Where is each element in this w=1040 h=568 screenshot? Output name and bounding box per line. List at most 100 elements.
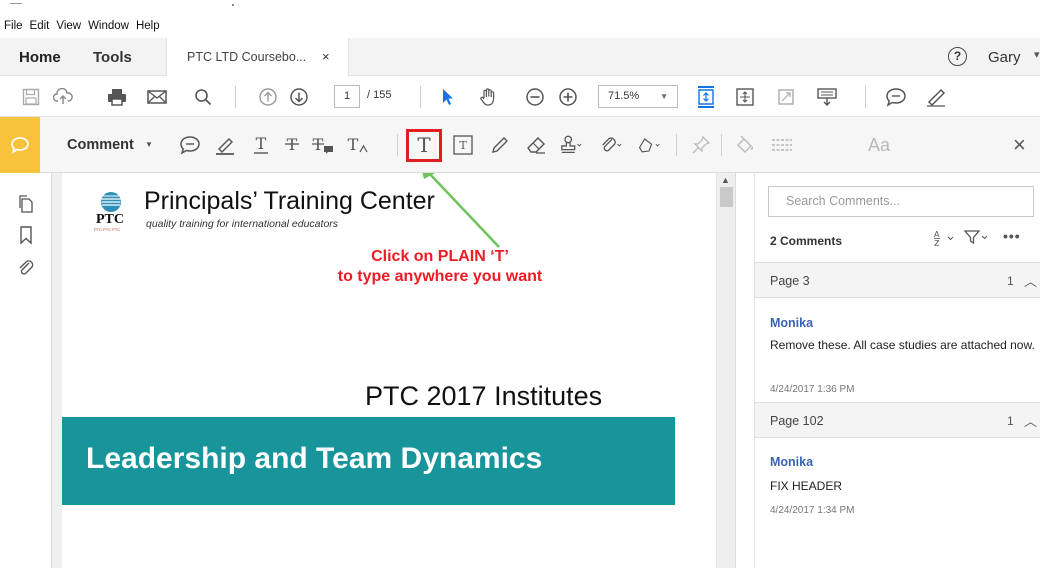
pencil-draw-icon[interactable] <box>488 133 512 157</box>
tab-document-title: PTC LTD Coursebo... <box>187 50 307 64</box>
document-title: Principals’ Training Center <box>144 187 435 215</box>
zoom-level-select[interactable]: 71.5% ▼ <box>598 85 678 108</box>
sign-pen-icon[interactable] <box>925 86 947 108</box>
text-properties-label[interactable]: Aa <box>868 135 890 156</box>
eraser-icon[interactable] <box>524 133 548 157</box>
menu-window[interactable]: Window <box>86 20 134 32</box>
strikethrough-text-icon[interactable]: T <box>280 133 304 157</box>
insert-text-icon[interactable]: T <box>345 133 369 157</box>
left-navigation-pane <box>0 173 52 568</box>
email-icon[interactable] <box>146 86 168 108</box>
course-banner-title: Leadership and Team Dynamics <box>86 442 543 475</box>
scroll-up-icon[interactable]: ▲ <box>721 175 730 185</box>
read-mode-icon[interactable] <box>816 86 838 108</box>
print-icon[interactable] <box>106 86 128 108</box>
toolbar-separator <box>235 86 236 108</box>
chevron-up-icon[interactable]: ︿ <box>1024 411 1037 430</box>
comment-author: Monika <box>770 455 814 469</box>
underline-text-icon[interactable]: T <box>249 133 273 157</box>
tab-document[interactable]: PTC LTD Coursebo... × <box>166 38 349 76</box>
zoom-in-icon[interactable] <box>557 86 579 108</box>
close-comment-toolbar-button[interactable]: × <box>1013 132 1026 158</box>
save-icon[interactable] <box>20 86 42 108</box>
user-caret-icon[interactable]: ▾ <box>1034 48 1040 61</box>
menu-view[interactable]: View <box>54 20 86 32</box>
page-number-input[interactable]: 1 <box>334 85 360 108</box>
window-dot <box>232 4 234 6</box>
toolbar-separator <box>865 86 866 108</box>
add-note-to-replace-text-icon[interactable]: T <box>310 133 334 157</box>
help-icon[interactable]: ? <box>948 47 967 66</box>
attachments-icon[interactable] <box>17 257 35 277</box>
menu-help[interactable]: Help <box>134 20 165 32</box>
text-box-icon[interactable]: T <box>451 133 475 157</box>
ptc-logo: PTC PTC PTC PTC <box>94 189 128 235</box>
document-scrollbar[interactable]: ▲ <box>716 173 735 568</box>
next-page-icon[interactable] <box>288 86 310 108</box>
main-toolbar: 1 / 155 71.5% ▼ <box>0 76 1040 117</box>
page-thumbnails-icon[interactable] <box>17 194 35 214</box>
comment-icon[interactable] <box>885 86 907 108</box>
toolbar-separator <box>397 134 398 156</box>
svg-text:T: T <box>459 139 467 152</box>
more-options-icon[interactable]: ••• <box>1003 228 1021 244</box>
chevron-down-icon: ▼ <box>660 92 668 101</box>
scrollbar-thumb[interactable] <box>720 187 733 207</box>
user-account[interactable]: Gary <box>988 49 1021 66</box>
search-comments-input[interactable]: Search Comments... <box>768 186 1034 217</box>
tab-home[interactable]: Home <box>19 49 61 66</box>
add-text-highlight-box <box>406 129 442 162</box>
comment-group-header[interactable]: Page 3 1 ︿ <box>755 262 1040 298</box>
tab-tools[interactable]: Tools <box>93 49 132 66</box>
sort-comments-icon[interactable]: AZ <box>933 229 957 250</box>
page-count: / 155 <box>367 89 392 101</box>
search-icon[interactable] <box>192 86 214 108</box>
rotate-view-icon[interactable] <box>734 86 756 108</box>
line-style-icon[interactable] <box>770 133 794 157</box>
fill-color-icon[interactable] <box>733 133 757 157</box>
stamp-icon[interactable] <box>559 133 583 157</box>
drawing-tools-icon[interactable] <box>637 133 661 157</box>
chevron-up-icon[interactable]: ︿ <box>1024 271 1037 290</box>
fit-page-icon[interactable] <box>695 86 717 108</box>
comment-menu-label[interactable]: Comment <box>67 137 134 153</box>
document-view[interactable]: PTC PTC PTC PTC Principals’ Training Cen… <box>52 173 735 568</box>
comment-group-header[interactable]: Page 102 1 ︿ <box>755 402 1040 438</box>
svg-text:T: T <box>256 134 267 153</box>
select-tool-icon[interactable] <box>437 86 459 108</box>
instruction-line-1: Click on PLAIN ‘T’ <box>371 248 509 265</box>
comment-text[interactable]: FIX HEADER <box>770 478 1038 494</box>
comments-list-panel: Search Comments... 2 Comments AZ ••• Pag… <box>754 173 1040 568</box>
zoom-level-value: 71.5% <box>608 90 640 102</box>
zoom-out-icon[interactable] <box>524 86 546 108</box>
comments-pane: Search Comments... 2 Comments AZ ••• Pag… <box>735 173 1040 568</box>
tab-close-button[interactable]: × <box>322 49 330 64</box>
ptc-logo-small-text: PTC PTC PTC <box>94 227 121 232</box>
menu-items: File Edit View Window Help <box>2 20 165 32</box>
full-screen-icon[interactable] <box>775 86 797 108</box>
chevron-down-icon[interactable]: ▼ <box>145 140 153 149</box>
tab-bar: Home Tools PTC LTD Coursebo... × ? Gary … <box>0 38 1040 76</box>
menu-edit[interactable]: Edit <box>28 20 55 32</box>
hand-tool-icon[interactable] <box>477 86 499 108</box>
menu-bar: File Edit View Window Help <box>0 0 1040 38</box>
institutes-heading: PTC 2017 Institutes <box>365 381 603 411</box>
comment-group-count: 1 <box>1007 274 1014 288</box>
toolbar-separator <box>676 134 677 156</box>
sticky-note-icon[interactable] <box>178 133 202 157</box>
comment-count: 2 Comments <box>770 234 843 248</box>
attach-file-icon[interactable] <box>599 133 623 157</box>
filter-comments-icon[interactable] <box>963 228 989 249</box>
menu-file[interactable]: File <box>2 20 28 32</box>
svg-text:A: A <box>934 230 940 239</box>
comment-mode-icon[interactable] <box>0 117 40 173</box>
comment-group-page: Page 102 <box>770 414 824 428</box>
comment-text[interactable]: Remove these. All case studies are attac… <box>770 337 1038 353</box>
comment-timestamp: 4/24/2017 1:34 PM <box>770 505 855 516</box>
previous-page-icon[interactable] <box>257 86 279 108</box>
bookmarks-icon[interactable] <box>17 225 35 245</box>
cloud-upload-icon[interactable] <box>52 86 74 108</box>
comment-group-page: Page 3 <box>770 274 810 288</box>
highlight-text-icon[interactable] <box>213 133 237 157</box>
pin-icon[interactable] <box>689 133 713 157</box>
